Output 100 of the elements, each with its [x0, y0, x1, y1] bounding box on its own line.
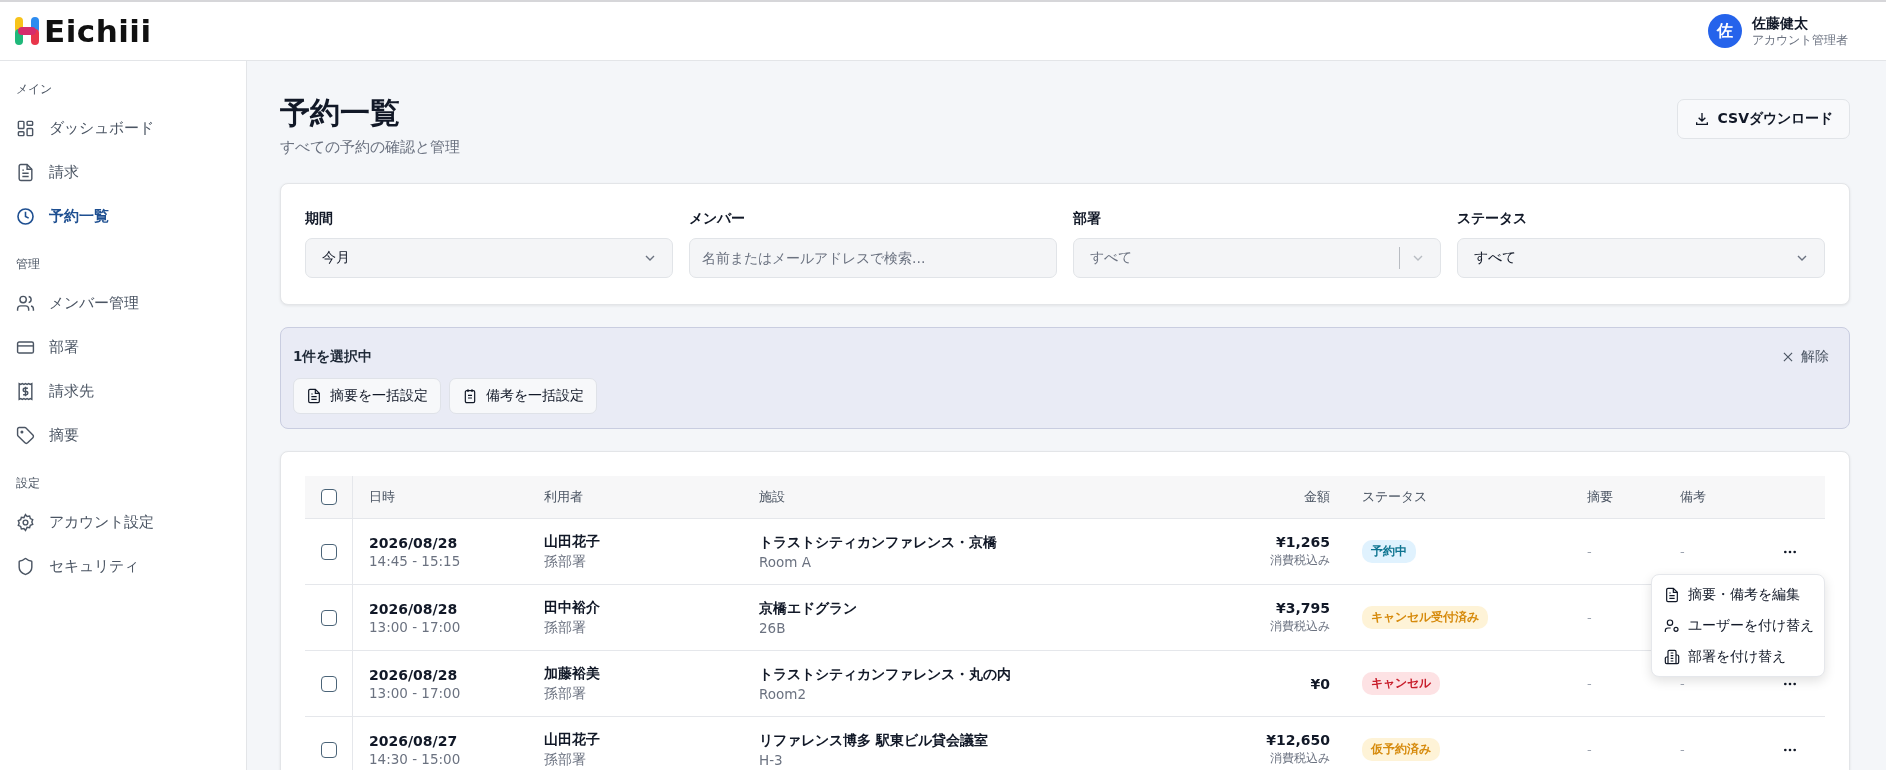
user-name-cell-text: 山田花子 — [544, 532, 601, 551]
member-search-field[interactable]: 名前またはメールアドレスで検索... — [689, 238, 1057, 278]
column-header: 摘要 — [1586, 488, 1614, 506]
amount-cell: ¥0 — [1310, 675, 1330, 692]
note-cell: - — [1680, 676, 1685, 691]
row-checkbox[interactable] — [320, 675, 337, 692]
reservation-time: 13:00 - 17:00 — [369, 684, 462, 701]
document-icon — [16, 162, 35, 182]
summary-cell: - — [1587, 544, 1592, 559]
user-name-cell-text: 田中裕介 — [544, 598, 601, 617]
facility-name: リファレンス博多 駅東ビル貸会議室 — [759, 731, 989, 750]
room-name: Room2 — [759, 685, 808, 702]
settings-icon — [16, 512, 35, 532]
close-icon — [1781, 350, 1795, 364]
document-icon — [1664, 586, 1680, 603]
clipboard-icon — [462, 388, 478, 404]
bulk-action-button[interactable]: 備考を一括設定 — [449, 378, 597, 414]
row-checkbox[interactable] — [320, 609, 337, 626]
building-icon — [1664, 648, 1680, 665]
reservation-date: 2026/08/28 — [369, 600, 459, 617]
logo-icon — [14, 15, 40, 47]
reservation-date: 2026/08/27 — [369, 732, 459, 749]
user-name-cell-text: 山田花子 — [544, 730, 601, 749]
sidebar-section-title: 設定 — [16, 475, 41, 492]
department-cell-text: 孫部署 — [544, 750, 587, 769]
tax-note: 消費税込み — [1270, 618, 1330, 635]
facility-name: トラストシティカンファレンス・京橋 — [759, 533, 998, 552]
user-avatar[interactable]: 佐 — [1708, 14, 1742, 48]
amount-cell: ¥3,795 — [1275, 600, 1330, 616]
room-name: 26B — [759, 619, 787, 636]
summary-cell: - — [1587, 676, 1592, 691]
sidebar-item[interactable]: メンバー管理 — [16, 281, 139, 325]
department-cell-text: 孫部署 — [544, 684, 587, 703]
document-icon — [306, 388, 322, 404]
tax-note: 消費税込み — [1270, 552, 1330, 569]
summary-cell: - — [1587, 742, 1592, 757]
user-icon — [1664, 617, 1680, 634]
department-cell-text: 孫部署 — [544, 552, 587, 571]
filter-label: ステータス — [1457, 210, 1528, 228]
sidebar-section-title: メイン — [16, 81, 53, 98]
sidebar-item[interactable]: アカウント設定 — [16, 500, 154, 544]
column-header: 日時 — [368, 488, 396, 506]
note-cell: - — [1680, 742, 1685, 757]
reservation-time: 14:30 - 15:00 — [369, 750, 462, 767]
download-icon — [1693, 111, 1710, 127]
shield-icon — [16, 556, 35, 576]
reservation-time: 14:45 - 15:15 — [369, 552, 462, 569]
user-name: 佐藤健太 — [1752, 14, 1809, 33]
reservation-date: 2026/08/28 — [369, 666, 459, 683]
more-actions-icon[interactable] — [1783, 549, 1797, 554]
filter-dropdown[interactable]: 今月 — [305, 238, 673, 278]
more-actions-icon[interactable] — [1783, 681, 1797, 686]
menu-item[interactable]: 摘要・備考を編集 — [1656, 579, 1820, 610]
row-checkbox[interactable] — [320, 543, 337, 560]
selection-count: 1件を選択中 — [293, 348, 373, 366]
tag-icon — [16, 425, 35, 445]
sidebar-item[interactable]: 請求先 — [16, 369, 94, 413]
column-header: 金額 — [1303, 488, 1331, 506]
menu-item[interactable]: ユーザーを付け替え — [1656, 610, 1820, 641]
sidebar-item[interactable]: 摘要 — [16, 413, 79, 457]
sidebar-item[interactable]: 部署 — [16, 325, 79, 369]
user-role: アカウント管理者 — [1752, 32, 1848, 48]
users-icon — [16, 293, 35, 313]
sidebar-item[interactable]: ダッシュボード — [16, 106, 154, 150]
facility-name: トラストシティカンファレンス・丸の内 — [759, 665, 1012, 684]
sidebar-item[interactable]: セキュリティ — [16, 544, 139, 588]
department-cell-text: 孫部署 — [544, 618, 587, 637]
sidebar-item[interactable]: 請求 — [16, 150, 79, 194]
column-header: 利用者 — [543, 488, 584, 506]
room-name: H-3 — [759, 751, 784, 768]
bulk-action-button[interactable]: 摘要を一括設定 — [293, 378, 441, 414]
filter-dropdown[interactable]: すべて — [1457, 238, 1825, 278]
select-all-checkbox[interactable] — [320, 489, 337, 505]
receipt-icon — [16, 381, 35, 401]
status-badge: 予約中 — [1362, 540, 1416, 563]
summary-cell: - — [1587, 610, 1592, 625]
filter-label: 部署 — [1073, 210, 1102, 228]
tax-note: 消費税込み — [1270, 750, 1330, 767]
amount-cell: ¥12,650 — [1266, 732, 1330, 748]
clear-selection-button[interactable]: 解除 — [1773, 348, 1837, 366]
reservation-date: 2026/08/28 — [369, 534, 459, 551]
sidebar-section-title: 管理 — [16, 256, 41, 273]
menu-item[interactable]: 部署を付け替え — [1656, 641, 1820, 672]
page-subtitle: すべての予約の確認と管理 — [280, 138, 460, 157]
more-actions-icon[interactable] — [1783, 747, 1797, 752]
reservation-time: 13:00 - 17:00 — [369, 618, 462, 635]
filter-label: 期間 — [305, 210, 334, 228]
app-logo-text: Eichiii — [44, 13, 152, 49]
csv-download-button[interactable]: CSVダウンロード — [1676, 99, 1850, 139]
sidebar-item[interactable]: 予約一覧 — [16, 194, 109, 238]
status-badge: キャンセル — [1362, 672, 1440, 695]
room-name: Room A — [759, 553, 812, 570]
filter-label: メンバー — [689, 210, 746, 228]
column-header: 施設 — [758, 488, 786, 506]
column-header: 備考 — [1679, 488, 1707, 506]
status-badge: 仮予約済み — [1362, 738, 1440, 761]
row-checkbox[interactable] — [320, 741, 337, 758]
amount-cell: ¥1,265 — [1275, 534, 1330, 550]
dashboard-icon — [16, 118, 35, 138]
status-badge: キャンセル受付済み — [1362, 606, 1488, 629]
